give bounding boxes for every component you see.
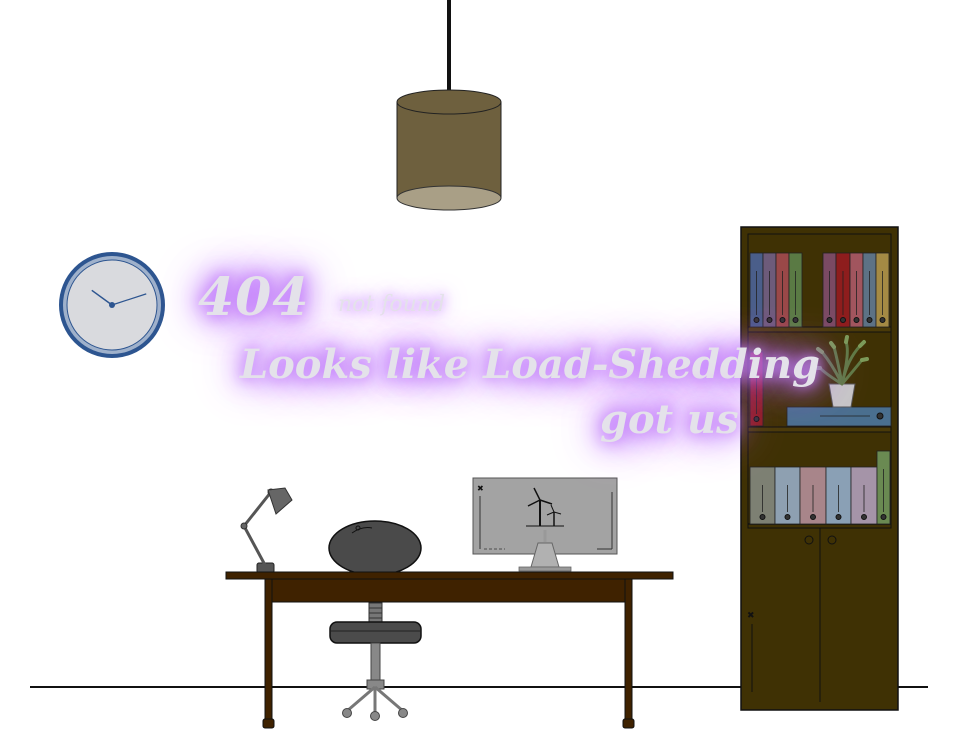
desk — [225, 571, 674, 729]
binder-ring — [753, 416, 760, 422]
svg-text:✖: ✖ — [477, 484, 484, 493]
error-message-line2: got us — [600, 396, 739, 443]
binder-ring — [879, 317, 886, 323]
monitor-icon: ✖ — [472, 477, 618, 572]
binder-ring — [826, 317, 833, 323]
chair-icon — [329, 602, 422, 721]
binder-ring — [779, 317, 786, 323]
binder-ring — [792, 317, 799, 323]
binder-lying — [786, 406, 892, 427]
binder-ring — [784, 514, 791, 520]
binder-ring — [866, 317, 873, 323]
error-code: 404 — [198, 267, 310, 328]
desk-lamp-icon — [240, 487, 293, 574]
binder-ring — [840, 317, 846, 323]
svg-text:✖: ✖ — [747, 611, 755, 621]
error-message-line1: Looks like Load-Shedding — [240, 341, 821, 388]
error-subtitle: not found — [338, 292, 446, 317]
binder-ring — [876, 412, 884, 420]
rock-icon — [328, 520, 422, 576]
binder-ring — [759, 514, 766, 520]
wall-clock-icon — [59, 252, 165, 358]
bookcase-icon: ✖ — [740, 226, 899, 711]
pendant-lamp-icon — [396, 0, 502, 211]
binder-ring — [861, 514, 867, 520]
binder-ring — [810, 514, 816, 520]
binder-ring — [853, 317, 860, 323]
binder-ring — [753, 317, 760, 323]
binder-ring — [880, 514, 887, 520]
binder-ring — [835, 514, 842, 520]
binder-ring — [766, 317, 773, 323]
